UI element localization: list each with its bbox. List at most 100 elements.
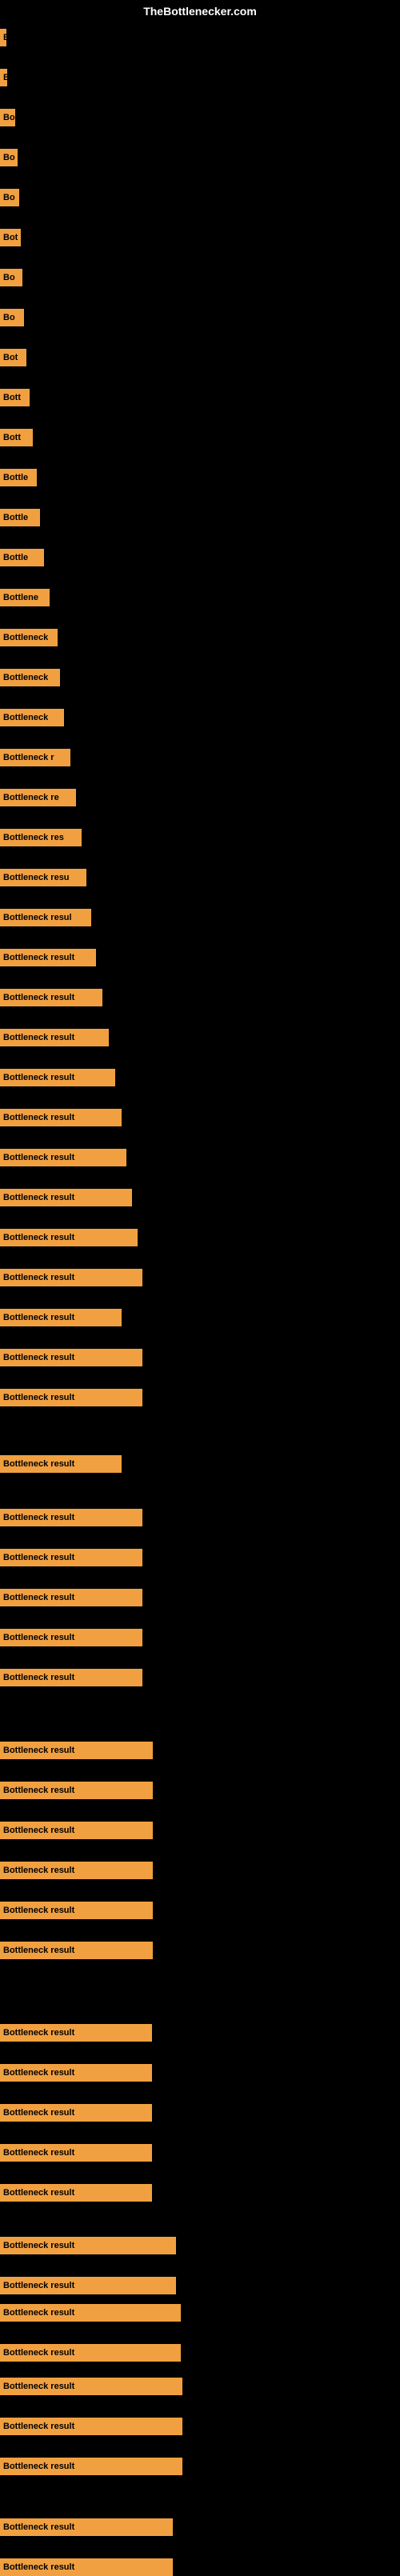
bar-item: Bo — [0, 109, 15, 126]
bar-item: Bottleneck result — [0, 2144, 152, 2162]
bottleneck-bar: Bottleneck result — [0, 2518, 173, 2536]
bottleneck-bar: Bottleneck — [0, 709, 64, 726]
bar-item: Bottleneck — [0, 629, 58, 646]
bar-item: Bottleneck result — [0, 1549, 142, 1566]
bottleneck-bar: Bottleneck result — [0, 2144, 152, 2162]
bottleneck-bar: Bottleneck r — [0, 749, 70, 766]
bottleneck-bar: Bottleneck result — [0, 1029, 109, 1046]
bottleneck-bar: Bottleneck result — [0, 2418, 182, 2435]
bottleneck-bar: Bottleneck result — [0, 2344, 181, 2362]
bar-item: Bottleneck result — [0, 1589, 142, 1606]
bar-item: Bottleneck result — [0, 2304, 181, 2322]
bar-item: Bottleneck result — [0, 1822, 153, 1839]
bar-item: Bottleneck result — [0, 1389, 142, 1406]
bottleneck-bar: Bottleneck result — [0, 1455, 122, 1473]
bar-item: Bottleneck result — [0, 2064, 152, 2082]
bar-item: Bott — [0, 389, 30, 406]
bottleneck-bar: Bottle — [0, 509, 40, 526]
bottleneck-bar: Bottleneck result — [0, 1669, 142, 1686]
bar-item: Bottle — [0, 549, 44, 566]
bottleneck-bar: Bottleneck result — [0, 1942, 153, 1959]
bar-item: Bottleneck result — [0, 1309, 122, 1326]
bar-item: Bottleneck result — [0, 2024, 152, 2042]
bar-item: Bottleneck result — [0, 2104, 152, 2122]
site-title: TheBottlenecker.com — [143, 5, 257, 18]
bottleneck-bar: Bottleneck resu — [0, 869, 86, 886]
bottleneck-bar: Bottleneck result — [0, 1549, 142, 1566]
bar-item: Bottleneck result — [0, 1029, 109, 1046]
bottleneck-bar: Bottleneck res — [0, 829, 82, 846]
bar-item: Bottleneck result — [0, 1269, 142, 1286]
bottleneck-bar: Bottleneck result — [0, 1742, 153, 1759]
bottleneck-bar: Bottleneck result — [0, 1109, 122, 1126]
bottleneck-bar: Bottleneck result — [0, 2104, 152, 2122]
bar-item: Bott — [0, 429, 33, 446]
bottleneck-bar: Bottleneck result — [0, 1069, 115, 1086]
bottleneck-bar: Bottlene — [0, 589, 50, 606]
bottleneck-bar: B — [0, 29, 6, 46]
bottleneck-bar: Bottle — [0, 549, 44, 566]
bar-item: Bottleneck result — [0, 949, 96, 966]
bottleneck-bar: Bott — [0, 429, 33, 446]
bottleneck-bar: Bottleneck result — [0, 1269, 142, 1286]
bottleneck-bar: Bottleneck result — [0, 1589, 142, 1606]
bottleneck-bar: Bo — [0, 309, 24, 326]
bar-item: Bottleneck result — [0, 2237, 176, 2254]
bottleneck-bar: Bo — [0, 109, 15, 126]
bar-item: Bottleneck result — [0, 2344, 181, 2362]
bottleneck-bar: Bottleneck — [0, 629, 58, 646]
bar-item: Bottle — [0, 469, 37, 486]
bottleneck-bar: Bottleneck result — [0, 1349, 142, 1366]
bottleneck-bar: Bo — [0, 149, 18, 166]
bar-item: Bottleneck result — [0, 1629, 142, 1646]
bar-item: Bo — [0, 149, 18, 166]
bottleneck-bar: B — [0, 69, 7, 86]
bar-item: Bottleneck result — [0, 2184, 152, 2202]
bottleneck-bar: Bottle — [0, 469, 37, 486]
bar-item: B — [0, 29, 6, 46]
bar-item: Bottleneck result — [0, 1742, 153, 1759]
bottleneck-bar: Bottleneck result — [0, 2024, 152, 2042]
bottleneck-bar: Bot — [0, 349, 26, 366]
bar-item: Bottleneck resu — [0, 869, 86, 886]
bar-item: Bottleneck result — [0, 1069, 115, 1086]
bottleneck-bar: Bottleneck result — [0, 1862, 153, 1879]
bottleneck-bar: Bottleneck result — [0, 1822, 153, 1839]
bottleneck-bar: Bottleneck result — [0, 1509, 142, 1526]
bottleneck-bar: Bo — [0, 189, 19, 206]
bar-item: Bottleneck result — [0, 2558, 173, 2576]
bar-item: Bot — [0, 229, 21, 246]
bottleneck-bar: Bottleneck — [0, 669, 60, 686]
bar-item: Bottleneck result — [0, 1902, 153, 1919]
bottleneck-bar: Bottleneck result — [0, 1149, 126, 1166]
bar-item: Bottleneck res — [0, 829, 82, 846]
bar-item: Bottleneck — [0, 669, 60, 686]
bar-item: Bottleneck result — [0, 2458, 182, 2475]
bottleneck-bar: Bottleneck result — [0, 1189, 132, 1206]
bottleneck-bar: Bottleneck result — [0, 1309, 122, 1326]
bottleneck-bar: Bottleneck resul — [0, 909, 91, 926]
bar-item: Bottlene — [0, 589, 50, 606]
bar-item: Bot — [0, 349, 26, 366]
bar-item: Bottleneck result — [0, 2418, 182, 2435]
bar-item: Bottleneck result — [0, 989, 102, 1006]
bottleneck-bar: Bottleneck result — [0, 989, 102, 1006]
bar-item: Bottleneck result — [0, 1349, 142, 1366]
bar-item: Bottleneck result — [0, 2518, 173, 2536]
bottleneck-bar: Bottleneck result — [0, 1229, 138, 1246]
bottleneck-bar: Bo — [0, 269, 22, 286]
bar-item: Bottleneck result — [0, 2378, 182, 2395]
bar-item: Bottleneck result — [0, 1109, 122, 1126]
bar-item: Bo — [0, 309, 24, 326]
bottleneck-bar: Bott — [0, 389, 30, 406]
bottleneck-bar: Bottleneck result — [0, 1629, 142, 1646]
bar-item: Bottleneck re — [0, 789, 76, 806]
bar-item: Bo — [0, 189, 19, 206]
bar-item: Bottleneck result — [0, 1229, 138, 1246]
bar-item: Bottleneck result — [0, 1942, 153, 1959]
bar-item: Bottleneck — [0, 709, 64, 726]
bar-item: Bottleneck result — [0, 1509, 142, 1526]
bottleneck-bar: Bottleneck result — [0, 1389, 142, 1406]
bar-item: Bottleneck resul — [0, 909, 91, 926]
bottleneck-bar: Bottleneck re — [0, 789, 76, 806]
